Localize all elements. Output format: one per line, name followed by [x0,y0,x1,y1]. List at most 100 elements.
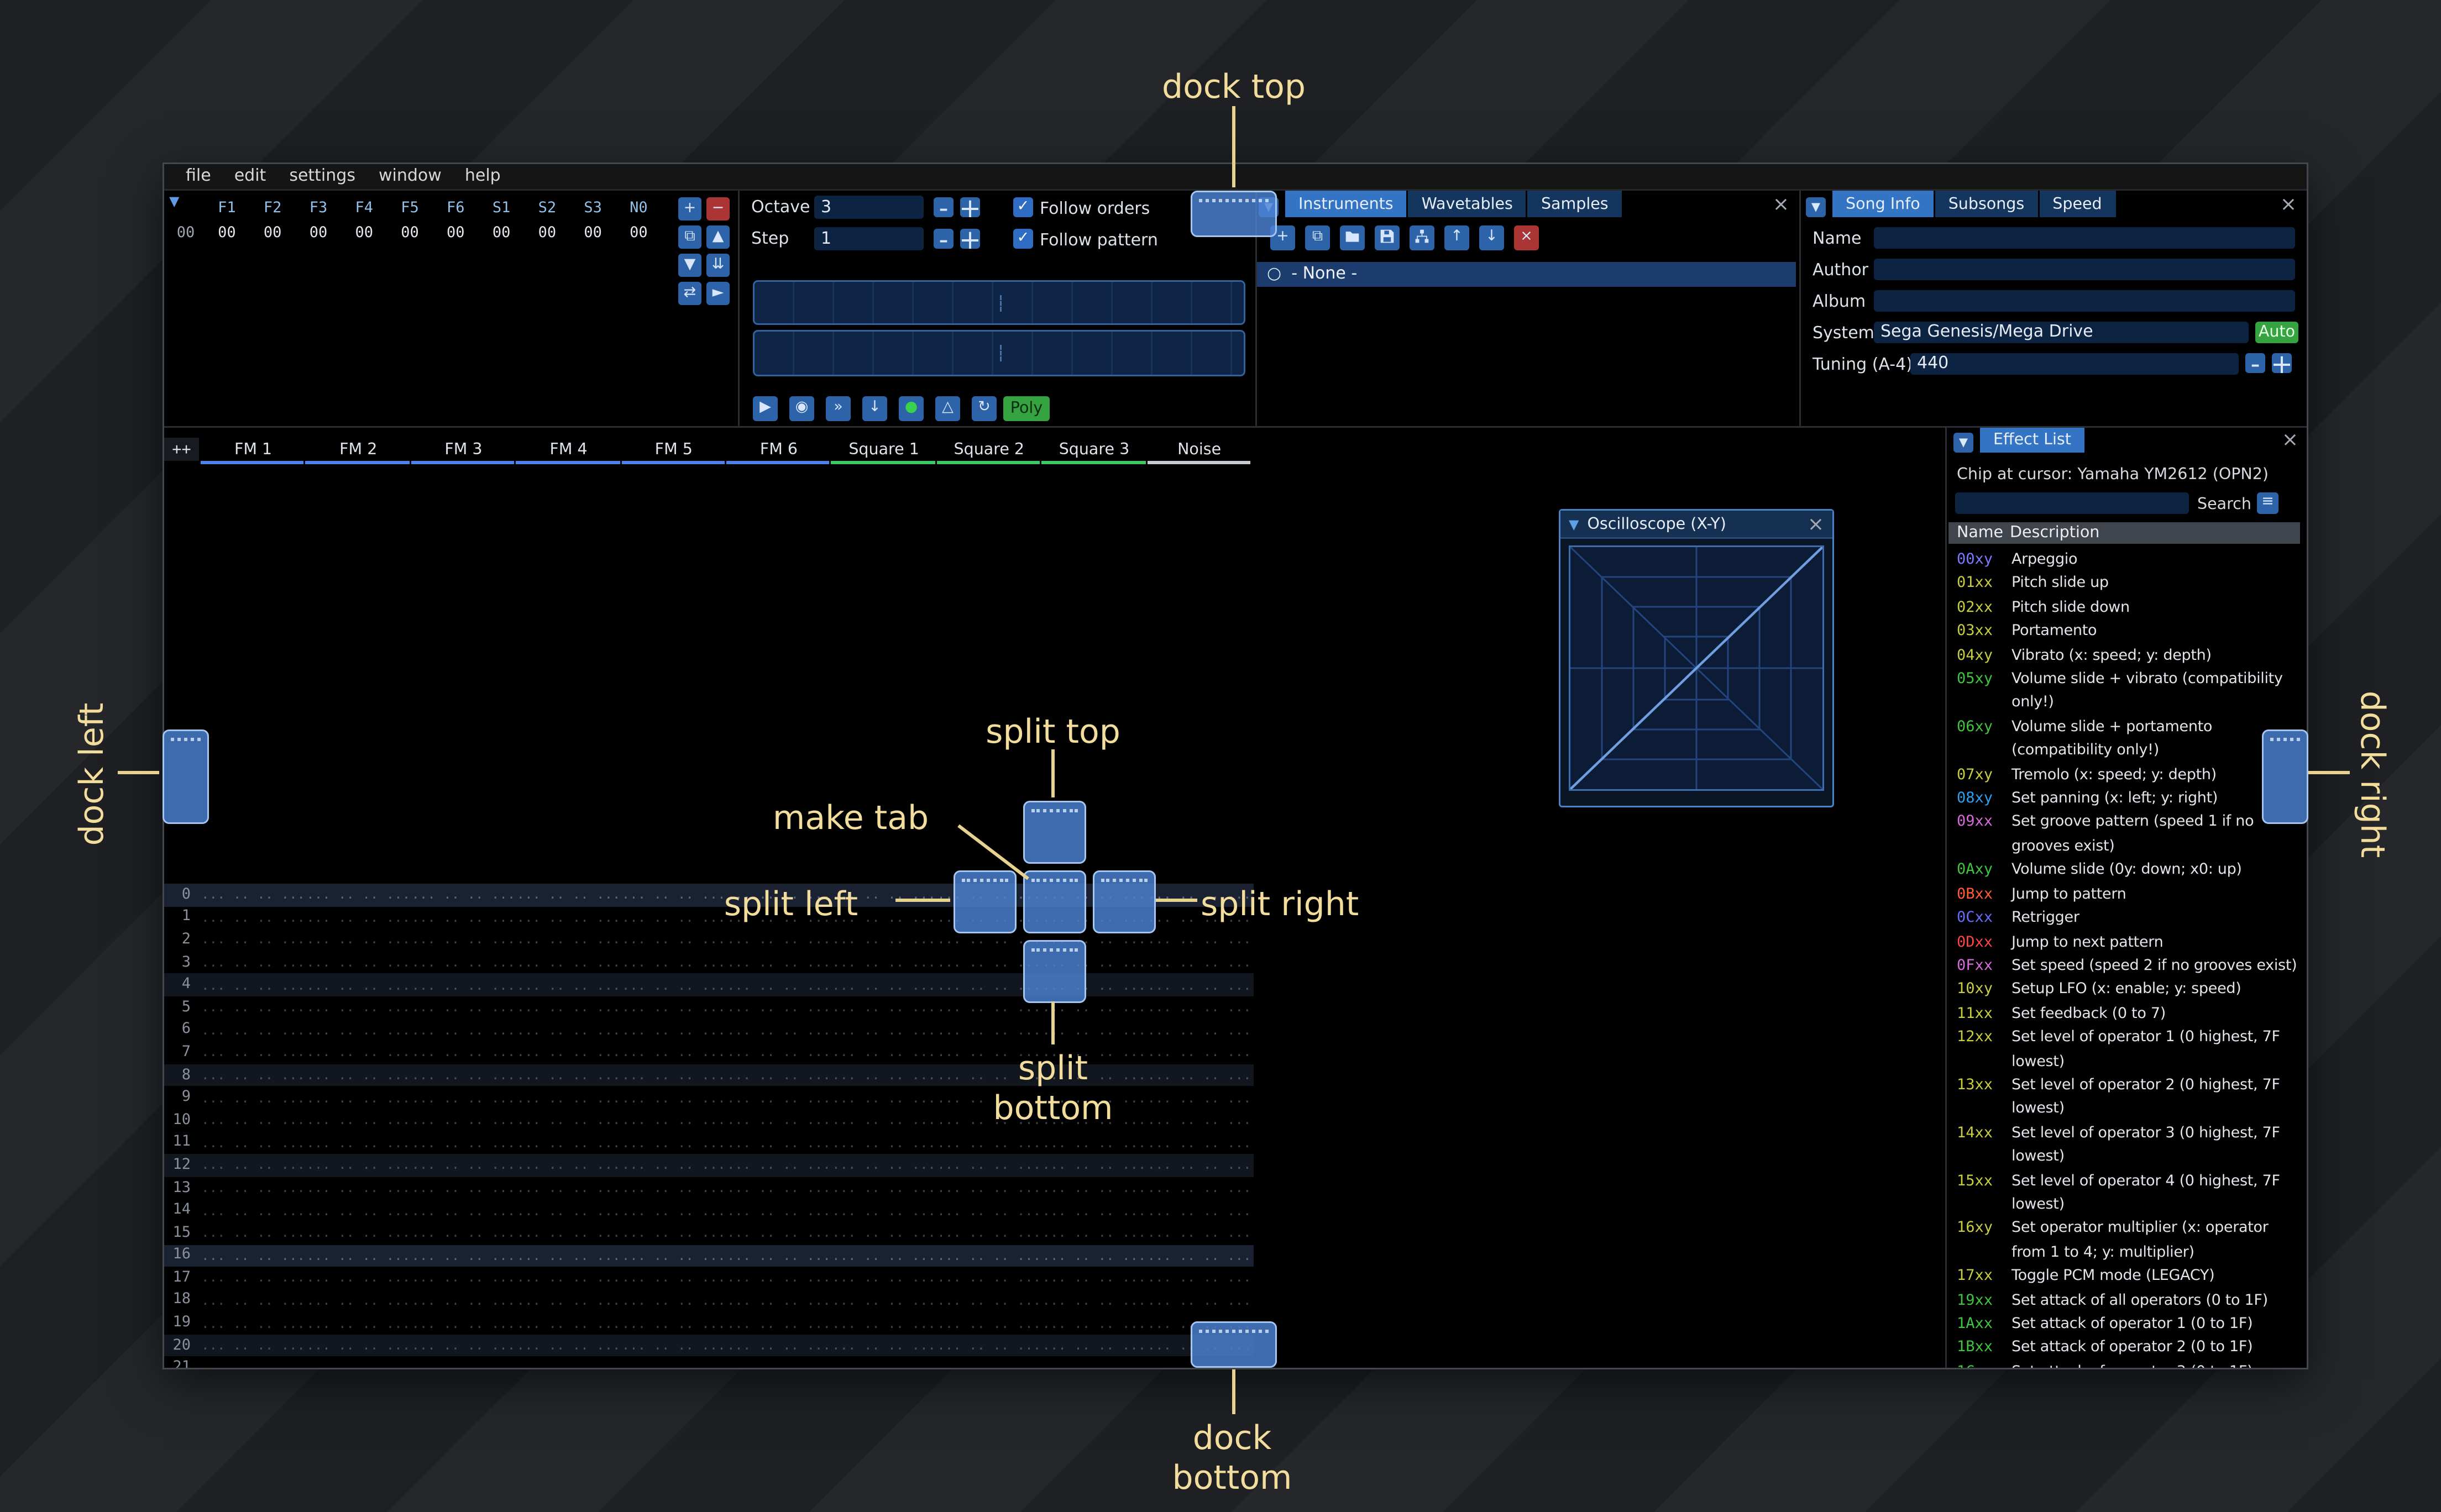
effect-row[interactable]: 1Bxx Set attack of operator 2 (0 to 1F) [1948,1337,2303,1361]
pattern-cell[interactable]: ... .. .. ... [306,1135,411,1150]
octave-decrease-button[interactable]: - [934,192,954,223]
pattern-cell[interactable]: ... .. .. ... [201,1000,306,1015]
effect-row[interactable]: 17xx Toggle PCM mode (LEGACY) [1948,1266,2303,1289]
pattern-cell[interactable]: ... .. .. ... [1147,1158,1252,1173]
dock-target-left[interactable] [163,729,209,824]
pattern-cell[interactable]: ... .. .. ... [306,1090,411,1105]
pattern-cell[interactable]: ... .. .. ... [306,1271,411,1285]
pattern-cell[interactable]: ... .. .. ... [1147,955,1252,970]
pattern-cell[interactable]: ... .. .. ... [1041,1361,1146,1368]
pattern-cell[interactable]: ... .. .. ... [411,1090,516,1105]
pattern-cell[interactable]: ... .. .. ... [201,1180,306,1195]
pattern-cell[interactable]: ... .. .. ... [831,1361,936,1368]
channel-header-fm-1[interactable]: FM 1 [201,438,306,464]
effect-row[interactable]: 1CxxSet attack of operator 3 (0 to 1F) [1948,1361,2303,1368]
pattern-cell[interactable]: ... .. .. ... [306,1338,411,1353]
pattern-cell[interactable]: ... .. .. ... [516,1248,621,1263]
move-instrument-up-button[interactable]: ↑ [1444,225,1469,250]
open-instrument-button[interactable] [1340,225,1365,250]
pattern-cell[interactable]: ... .. .. ... [516,1113,621,1128]
pattern-cell[interactable]: ... .. .. ... [831,1203,936,1218]
pattern-cell[interactable]: ... .. .. ... [621,1271,726,1285]
effect-row[interactable]: 16xy Set operator multiplier (x: operator… [1948,1217,2303,1265]
order-edit-mode-button[interactable]: ► [706,282,730,305]
pattern-cell[interactable]: ... .. .. ... [411,1135,516,1150]
pattern-cell[interactable]: ... .. .. ... [621,1226,726,1241]
pattern-cell[interactable]: ... .. .. ... [516,932,621,947]
pattern-cell[interactable]: ... .. .. ... [726,1068,831,1083]
close-icon[interactable]: × [1773,194,1789,214]
step-decrease-button[interactable]: - [934,223,954,255]
pattern-cell[interactable]: ... .. .. ... [621,1113,726,1128]
pattern-cell[interactable]: ... .. .. ... [831,1316,936,1331]
pattern-cell[interactable]: ... .. .. ... [201,1293,306,1308]
effect-row[interactable]: 0Cxx Retrigger [1948,907,2303,931]
dock-target-top[interactable] [1191,191,1277,237]
pattern-cell[interactable]: ... .. .. ... [936,1271,1041,1285]
order-cell[interactable]: 00 [570,225,616,242]
pattern-cell[interactable]: ... .. .. ... [201,1023,306,1038]
pattern-cell[interactable]: ... .. .. ... [1147,1000,1252,1015]
pattern-cell[interactable]: ... .. .. ... [831,1023,936,1038]
pattern-cell[interactable]: ... .. .. ... [726,1090,831,1105]
repeat-pattern-button[interactable]: ↻ [972,396,997,421]
pattern-cell[interactable]: ... .. .. ... [726,1203,831,1218]
order-cell[interactable]: 00 [250,225,296,242]
pattern-cell[interactable]: ... .. .. ... [306,1023,411,1038]
pattern-cell[interactable]: ... .. .. ... [201,1135,306,1150]
pattern-cell[interactable]: ... .. .. ... [621,978,726,993]
step-input[interactable]: 1 [814,227,924,250]
pattern-cell[interactable]: ... .. .. ... [726,1158,831,1173]
order-cell[interactable]: 00 [524,225,570,242]
pattern-cell[interactable]: ... .. .. ... [1147,932,1252,947]
pattern-cell[interactable]: ... .. .. ... [621,1361,726,1368]
pattern-cell[interactable]: ... .. .. ... [621,1293,726,1308]
channel-header-fm-6[interactable]: FM 6 [726,438,831,464]
pattern-cell[interactable]: ... .. .. ... [411,1361,516,1368]
order-duplicate-button[interactable]: ⧉ [678,225,701,249]
tab-instruments[interactable]: Instruments [1285,191,1407,217]
tab-list-popup-icon[interactable]: ▼ [1806,197,1826,217]
name-field[interactable] [1874,227,2295,249]
pattern-cell[interactable]: ... .. .. ... [201,1361,306,1368]
pattern-cell[interactable]: ... .. .. ... [831,955,936,970]
instrument-organize-button[interactable] [1410,225,1434,250]
close-icon[interactable]: × [2282,429,2298,449]
close-icon[interactable]: × [1808,514,1824,534]
pattern-cell[interactable]: ... .. .. ... [621,1338,726,1353]
pattern-cell[interactable]: ... .. .. ... [831,1158,936,1173]
move-cursor-down-button[interactable]: ↓ [862,396,887,421]
split-target-left[interactable] [954,870,1017,933]
pattern-cell[interactable]: ... .. .. ... [831,1226,936,1241]
pattern-cell[interactable]: ... .. .. ... [411,1023,516,1038]
pattern-cell[interactable]: ... .. .. ... [516,1045,621,1060]
effect-row[interactable]: 09xx Set groove pattern (speed 1 if no gr… [1948,811,2303,859]
pattern-cell[interactable]: ... .. .. ... [516,1316,621,1331]
order-cell[interactable]: 00 [479,225,525,242]
pattern-cell[interactable]: ... .. .. ... [516,1226,621,1241]
pattern-cell[interactable]: ... .. .. ... [411,1338,516,1353]
pattern-cell[interactable]: ... .. .. ... [1041,1135,1146,1150]
effect-row[interactable]: 19xx Set attack of all operators (0 to 1F… [1948,1289,2303,1313]
pattern-cell[interactable]: ... .. .. ... [621,1316,726,1331]
album-field[interactable] [1874,290,2295,312]
pattern-cell[interactable]: ... .. .. ... [621,1135,726,1150]
pattern-cell[interactable]: ... .. .. ... [1041,1158,1146,1173]
effect-search-input[interactable] [1955,492,2189,514]
order-move-up-button[interactable]: ▲ [706,225,730,249]
pattern-cell[interactable]: ... .. .. ... [726,1316,831,1331]
move-instrument-down-button[interactable]: ↓ [1479,225,1504,250]
follow-pattern-checkbox[interactable] [1013,229,1033,249]
channel-header-square-2[interactable]: Square 2 [936,438,1041,464]
pattern-cell[interactable]: ... .. .. ... [411,888,516,902]
pattern-cell[interactable]: ... .. .. ... [621,1023,726,1038]
pattern-cell[interactable]: ... .. .. ... [306,1113,411,1128]
effect-row[interactable]: 05xy Volume slide + vibrato (compatibilit… [1948,668,2303,716]
pattern-cell[interactable]: ... .. .. ... [1041,1271,1146,1285]
pattern-cell[interactable]: ... .. .. ... [201,955,306,970]
pattern-cell[interactable]: ... .. .. ... [1147,1293,1252,1308]
piano-keyboard-upper[interactable] [753,280,1245,325]
pattern-cell[interactable]: ... .. .. ... [936,1293,1041,1308]
pattern-cell[interactable]: ... .. .. ... [621,1045,726,1060]
order-cell[interactable]: 00 [296,225,342,242]
